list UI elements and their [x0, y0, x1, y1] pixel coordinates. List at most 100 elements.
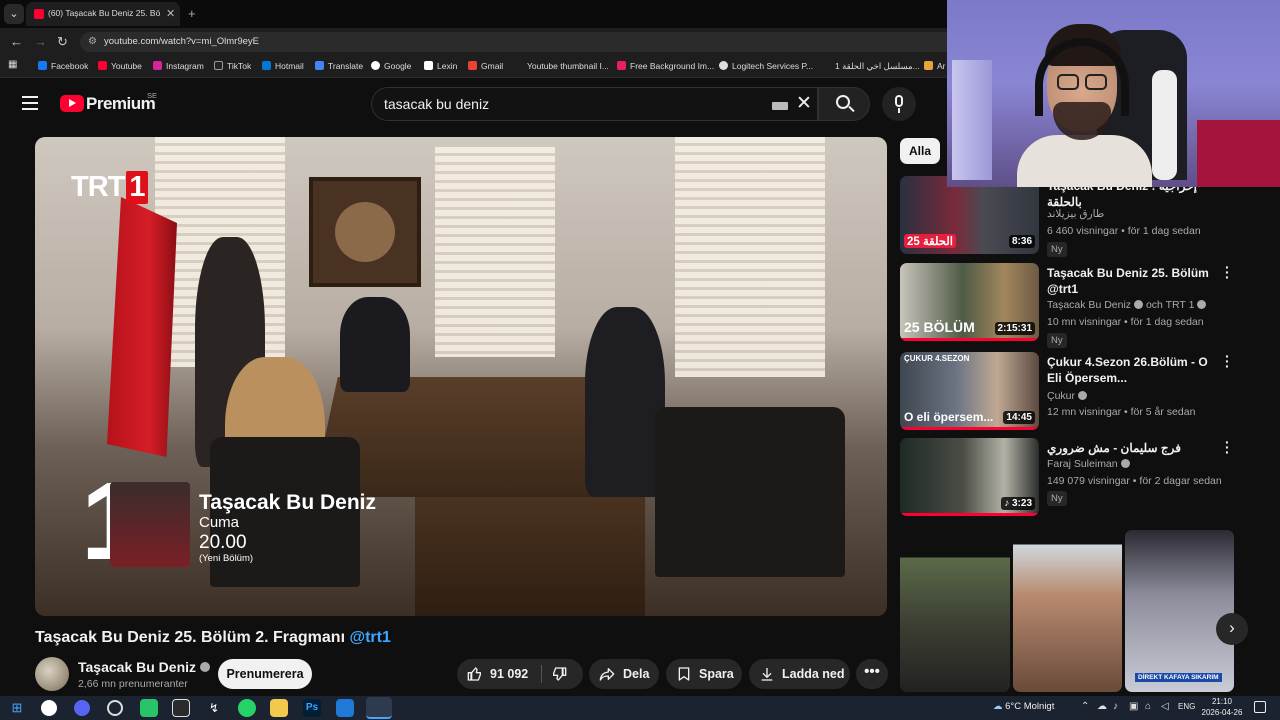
chevron-right-icon[interactable]: ›	[1216, 613, 1248, 645]
filter-chip-all[interactable]: Alla	[900, 138, 940, 164]
chevron-up-icon[interactable]: ⌃	[1081, 701, 1089, 712]
verified-icon	[1134, 300, 1144, 309]
obs-icon[interactable]	[107, 700, 123, 716]
more-actions-icon[interactable]: •••	[856, 659, 888, 689]
recommendation-title[interactable]: فرج سليمان - مش ضروري	[1047, 440, 1222, 456]
network-icon[interactable]: ⌂	[1145, 701, 1151, 712]
video-title-handle-link[interactable]: @trt1	[349, 629, 390, 646]
notification-icon[interactable]	[1254, 701, 1266, 713]
windows-start-icon[interactable]: ⊞	[8, 699, 26, 717]
channel-name[interactable]: Çukur	[1047, 390, 1075, 402]
short-thumbnail[interactable]: DİREKT KAFAYA SIKARIM	[1125, 530, 1234, 692]
channel-collab[interactable]: och TRT 1	[1146, 299, 1194, 311]
more-options-icon[interactable]: · · ·	[1225, 435, 1231, 459]
video-thumbnail[interactable]: ♪ 3:23	[900, 438, 1039, 516]
translate-icon	[315, 61, 324, 70]
recommendation-title[interactable]: Taşacak Bu Deniz 25. Bölüm @trt1	[1047, 265, 1222, 297]
tab-search-menu-button[interactable]: ⌄	[4, 4, 24, 24]
search-button[interactable]	[818, 87, 870, 121]
more-options-icon[interactable]: · · ·	[1225, 349, 1231, 373]
app-box-icon[interactable]	[172, 699, 190, 717]
new-tab-icon[interactable]: +	[188, 6, 196, 21]
volume-icon[interactable]: ◁	[1161, 701, 1169, 712]
url-bar[interactable]: ⚙ youtube.com/watch?v=mi_Olmr9eyE	[80, 32, 960, 52]
bookmark-lexin[interactable]: Lexin	[424, 61, 457, 71]
bookmark-arabic-series[interactable]: مسلسل اخي الحلقة 1...	[835, 61, 920, 72]
whatsapp-icon[interactable]	[238, 699, 256, 717]
photoshop-icon[interactable]: Ps	[303, 699, 321, 717]
capcut-icon[interactable]: ↯	[205, 699, 223, 717]
bookmark-google[interactable]: Google	[371, 61, 411, 71]
new-badge: Ny	[1047, 242, 1067, 257]
bookmark-translate[interactable]: Translate	[315, 61, 363, 71]
cloud-sync-icon[interactable]: ☁	[1097, 701, 1107, 712]
discord-icon[interactable]	[74, 700, 90, 716]
search-input[interactable]	[384, 96, 764, 112]
video-player[interactable]: TRT1 1 Taşacak Bu Deniz Cuma 20.00 (Yeni…	[35, 137, 887, 616]
youtube-premium-logo-text[interactable]: Premium	[86, 94, 156, 114]
app-blue-icon[interactable]	[336, 699, 354, 717]
dislike-button[interactable]	[542, 659, 583, 689]
subscribe-button[interactable]: Prenumerera	[218, 659, 312, 689]
channel-name[interactable]: Faraj Suleiman	[1047, 458, 1118, 470]
forward-icon[interactable]: →	[34, 34, 47, 49]
share-label: Dela	[623, 667, 650, 681]
close-tab-icon[interactable]: ✕	[166, 7, 175, 20]
app-green-icon[interactable]	[140, 699, 158, 717]
bookmark-instagram[interactable]: Instagram	[153, 61, 204, 71]
download-button[interactable]: Ladda ned	[749, 659, 850, 689]
bookmark-gmail[interactable]: Gmail	[468, 61, 503, 71]
subscriber-count: 2,66 mn prenumeranter	[78, 678, 188, 690]
microphone-tray-icon[interactable]: ♪	[1113, 701, 1118, 712]
language-indicator[interactable]: ENG	[1178, 702, 1195, 711]
share-button[interactable]: Dela	[589, 659, 659, 689]
tray-app-icon[interactable]: ▣	[1129, 701, 1138, 712]
bookmark-facebook[interactable]: Facebook	[38, 61, 88, 71]
chrome-active-icon[interactable]	[366, 697, 392, 719]
bookmark-ar[interactable]: Ar	[924, 61, 946, 71]
recommendation-channel[interactable]: Faraj Suleiman	[1047, 458, 1130, 470]
video-thumbnail[interactable]: 25 BÖLÜM 2:15:31	[900, 263, 1039, 341]
recommendation-item[interactable]: الحلقة 25 8:36 Taşacak Bu Deniz ! إحراجي…	[900, 176, 1240, 260]
channel-name-text[interactable]: Taşacak Bu Deniz	[78, 659, 196, 675]
recommendation-title[interactable]: Çukur 4.Sezon 26.Bölüm - O Eli Öpersem..…	[1047, 354, 1222, 386]
recommendation-channel[interactable]: Çukur	[1047, 390, 1088, 402]
active-tab[interactable]: (60) Taşacak Bu Deniz 25. Bölüm ✕	[26, 2, 180, 26]
search-box[interactable]: ✕	[371, 87, 818, 121]
apps-grid-icon[interactable]: ▦	[8, 59, 17, 70]
recommendation-item[interactable]: ♪ 3:23 فرج سليمان - مش ضروري · · · Faraj S…	[900, 435, 1240, 522]
recommendation-item[interactable]: 25 BÖLÜM 2:15:31 Taşacak Bu Deniz 25. Bö…	[900, 260, 1240, 348]
save-button[interactable]: Spara	[666, 659, 742, 689]
recommendation-item[interactable]: ÇUKUR 4.SEZON O eli öpersem... 14:45 Çuk…	[900, 349, 1240, 436]
bookmark-youtube[interactable]: Youtube	[98, 61, 142, 71]
weather-widget[interactable]: ☁ 6°C Molnigt	[993, 701, 1054, 712]
file-explorer-icon[interactable]	[270, 699, 288, 717]
channel-name[interactable]: Taşacak Bu Deniz	[1047, 299, 1131, 311]
video-thumbnail[interactable]: الحلقة 25 8:36	[900, 176, 1039, 254]
voice-search-button[interactable]	[882, 87, 916, 121]
site-info-icon[interactable]: ⚙	[88, 36, 97, 47]
keyboard-icon[interactable]	[772, 102, 788, 110]
bookmark-logitech[interactable]: Logitech Services P...	[719, 61, 813, 71]
bookmark-tiktok[interactable]: TikTok	[214, 61, 251, 71]
video-thumbnail[interactable]: ÇUKUR 4.SEZON O eli öpersem... 14:45	[900, 352, 1039, 430]
clock-date[interactable]: 2026-04-26	[1200, 708, 1244, 717]
more-options-icon[interactable]: · · ·	[1225, 260, 1231, 284]
recommendation-channel[interactable]: طارق بيزيلاند	[1047, 208, 1104, 220]
bookmark-hotmail[interactable]: Hotmail	[262, 61, 304, 71]
clear-search-icon[interactable]: ✕	[796, 92, 812, 115]
menu-icon[interactable]	[22, 96, 38, 110]
bookmark-free-background[interactable]: Free Background Im...	[617, 61, 714, 71]
recommendation-channel[interactable]: Taşacak Bu Deniz och TRT 1	[1047, 299, 1207, 311]
chrome-icon[interactable]	[41, 700, 57, 716]
like-button[interactable]: 91 092	[457, 659, 541, 689]
watch-progress-bar	[900, 427, 1039, 430]
back-icon[interactable]: ←	[10, 34, 23, 49]
short-thumbnail[interactable]	[1013, 530, 1122, 692]
bookmark-youtube-thumbnail[interactable]: Youtube thumbnail I...	[527, 61, 609, 71]
channel-avatar[interactable]	[35, 657, 69, 691]
short-thumbnail[interactable]	[900, 530, 1010, 692]
channel-name[interactable]: Taşacak Bu Deniz	[78, 659, 211, 675]
reload-icon[interactable]: ↻	[57, 34, 68, 50]
clock-time[interactable]: 21:10	[1200, 697, 1244, 706]
